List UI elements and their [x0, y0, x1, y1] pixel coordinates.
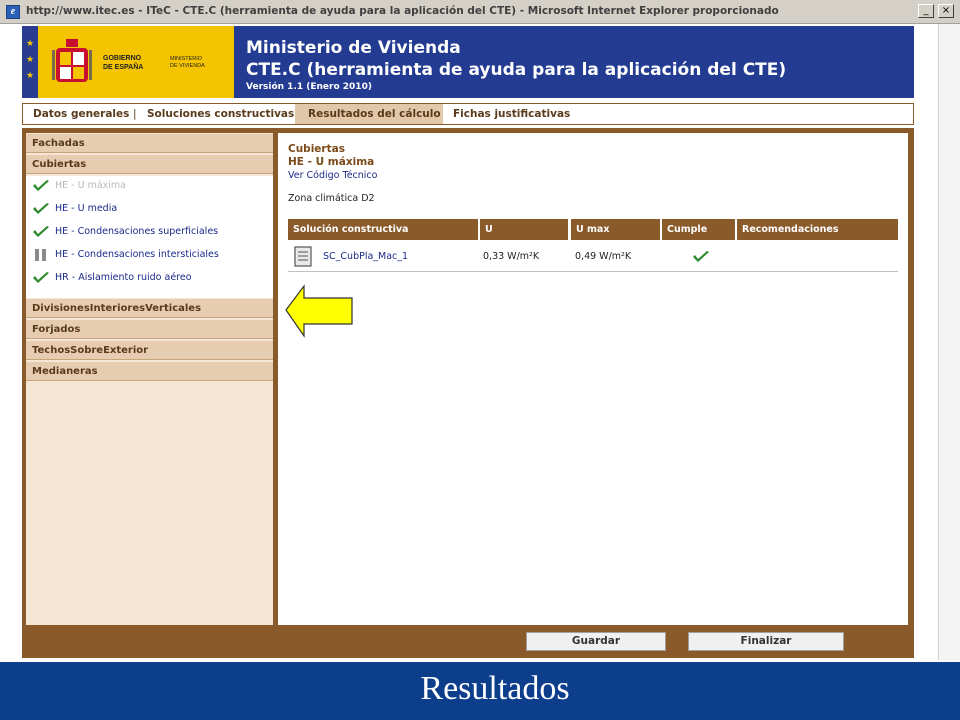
check-icon	[33, 202, 49, 214]
sidebar-section-forjados[interactable]: Forjados	[26, 320, 273, 339]
solution-link[interactable]: SC_CubPla_Mac_1	[323, 242, 408, 272]
check-icon	[33, 225, 49, 237]
app-version: Versión 1.1 (Enero 2010)	[246, 82, 372, 92]
window-edge	[938, 24, 960, 660]
slide-caption: Resultados	[420, 670, 570, 707]
finish-button[interactable]: Finalizar	[688, 632, 844, 651]
sidebar-section-cubiertas[interactable]: Cubiertas	[26, 155, 273, 174]
ver-codigo-tecnico-link[interactable]: Ver Código Técnico	[288, 170, 377, 181]
column-header-umax: U max	[571, 219, 660, 240]
document-icon[interactable]	[294, 242, 314, 272]
content-panel: Cubiertas HE - U máxima Ver Código Técni…	[278, 133, 908, 625]
tab-separator: |	[133, 108, 137, 120]
gov-text: GOBIERNO DE ESPAÑA	[103, 55, 144, 71]
subsection-title: HE - U máxima	[288, 156, 375, 168]
eu-flag-icon: ★ ★ ★	[22, 26, 38, 98]
check-icon	[692, 242, 710, 272]
close-icon[interactable]: ×	[938, 4, 954, 18]
tab-datos-generales[interactable]: Datos generales	[33, 104, 129, 124]
left-arrow-icon	[285, 284, 353, 338]
column-header-solucion: Solución constructiva	[288, 219, 478, 240]
climate-zone: Zona climática D2	[288, 193, 375, 204]
sidebar-item-u-media[interactable]: HE - U media	[32, 201, 117, 217]
coat-of-arms-icon	[52, 39, 92, 82]
table-header: Solución constructiva U U max Cumple Rec…	[288, 219, 898, 240]
sidebar-section-medianeras[interactable]: Medianeras	[26, 362, 273, 381]
app-title: CTE.C (herramienta de ayuda para la apli…	[246, 60, 787, 80]
umax-value: 0,49 W/m²K	[575, 251, 632, 262]
tab-fichas-justificativas[interactable]: Fichas justificativas	[453, 104, 570, 124]
app-header: Ministerio de Vivienda CTE.C (herramient…	[234, 26, 914, 98]
sidebar-section-fachadas[interactable]: Fachadas	[26, 134, 273, 153]
browser-title-bar: e http://www.itec.es - ITeC - CTE.C (her…	[0, 0, 960, 24]
sidebar-item-condensaciones-superficiales[interactable]: HE - Condensaciones superficiales	[32, 224, 218, 240]
check-icon	[33, 271, 49, 283]
pause-icon	[35, 248, 46, 261]
browser-icon: e	[6, 5, 20, 19]
window-title: http://www.itec.es - ITeC - CTE.C (herra…	[26, 5, 779, 17]
u-value: 0,33 W/m²K	[483, 251, 540, 262]
government-logo: ★ ★ ★ GOBIERNO DE ESPAÑA MINISTERIO DE V…	[22, 26, 234, 98]
sidebar-section-techos[interactable]: TechosSobreExterior	[26, 341, 273, 360]
check-icon	[33, 179, 49, 191]
caption-bar: Resultados	[0, 662, 960, 720]
section-title: Cubiertas	[288, 143, 345, 155]
column-header-cumple: Cumple	[662, 219, 735, 240]
minimize-icon[interactable]: _	[918, 4, 934, 18]
tab-soluciones-constructivas[interactable]: Soluciones constructivas	[147, 104, 294, 124]
sidebar-item-u-maxima[interactable]: HE - U máxima	[32, 178, 126, 194]
column-header-u: U	[480, 219, 568, 240]
column-header-recomendaciones: Recomendaciones	[737, 219, 898, 240]
tab-resultados-calculo[interactable]: Resultados del cálculo	[295, 104, 443, 124]
main-tabs: Datos generales | Soluciones constructiv…	[22, 103, 914, 125]
save-button[interactable]: Guardar	[526, 632, 666, 651]
sidebar-item-condensaciones-intersticiales[interactable]: HE - Condensaciones intersticiales	[32, 247, 219, 263]
table-row: SC_CubPla_Mac_1 0,33 W/m²K 0,49 W/m²K	[288, 242, 898, 272]
ministry-logo-text: MINISTERIO DE VIVIENDA	[170, 56, 205, 69]
ministry-title: Ministerio de Vivienda	[246, 38, 461, 58]
sidebar-item-aislamiento-ruido[interactable]: HR - Aislamiento ruido aéreo	[32, 270, 192, 286]
sidebar-subitems: HE - U máxima HE - U media HE - Condensa…	[26, 176, 273, 298]
sidebar-section-divisiones[interactable]: DivisionesInterioresVerticales	[26, 299, 273, 318]
